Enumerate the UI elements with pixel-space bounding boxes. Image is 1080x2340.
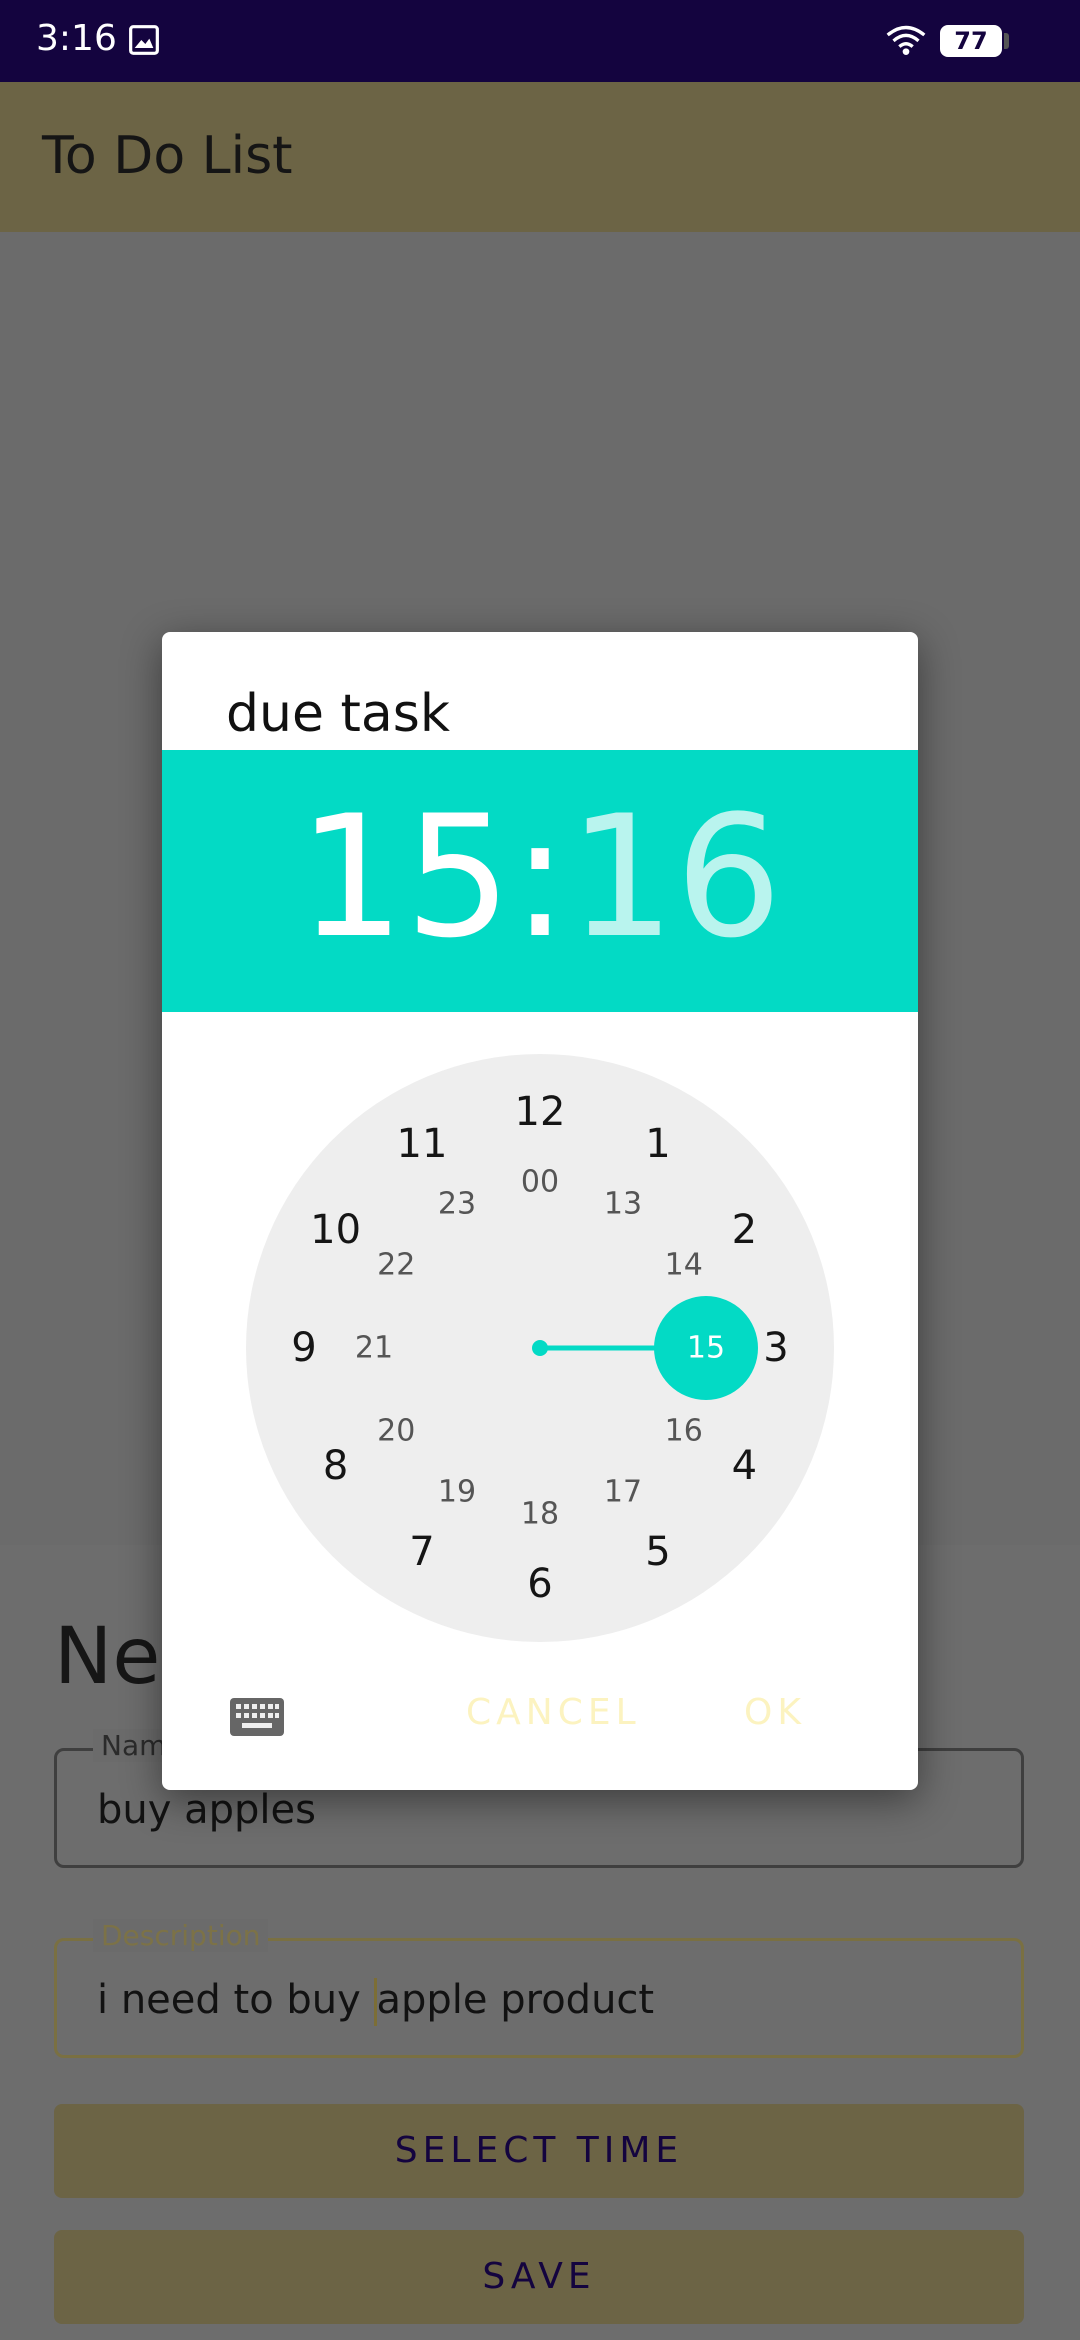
wifi-icon (886, 25, 926, 55)
clock-hour-5[interactable]: 5 (645, 1529, 670, 1575)
clock-hour-16[interactable]: 16 (665, 1414, 703, 1449)
clock-hour-18[interactable]: 18 (521, 1497, 559, 1532)
description-text-before-caret: i need to buy (97, 1977, 374, 2023)
clock-hour-21[interactable]: 21 (355, 1331, 393, 1366)
hour-display[interactable]: 15 (298, 779, 512, 975)
select-time-button[interactable]: SELECT TIME (54, 2104, 1024, 2198)
clock-hand-layer (532, 1296, 758, 1400)
time-header: 15:16 (162, 750, 918, 1012)
clock-hour-20[interactable]: 20 (377, 1414, 415, 1449)
clock-hour-14[interactable]: 14 (665, 1248, 703, 1283)
clock-hour-11[interactable]: 11 (397, 1121, 448, 1167)
clock-hour-10[interactable]: 10 (310, 1207, 361, 1253)
clock-hour-00[interactable]: 00 (521, 1165, 559, 1200)
clock-hour-13[interactable]: 13 (604, 1187, 642, 1222)
app-title: To Do List (42, 126, 293, 186)
ok-button[interactable]: OK (744, 1692, 806, 1733)
clock-hour-9[interactable]: 9 (291, 1325, 316, 1371)
status-time: 3:16 (36, 18, 117, 59)
clock-hour-2[interactable]: 2 (732, 1207, 757, 1253)
clock-center-dot (532, 1340, 548, 1356)
clock-hour-1[interactable]: 1 (645, 1121, 670, 1167)
cancel-button[interactable]: CANCEL (466, 1692, 641, 1733)
clock-hour-17[interactable]: 17 (604, 1474, 642, 1509)
minute-display[interactable]: 16 (568, 779, 782, 975)
description-field-value: i need to buy apple product (97, 1977, 654, 2026)
clock-hour-6[interactable]: 6 (527, 1561, 552, 1607)
save-button[interactable]: SAVE (54, 2230, 1024, 2324)
battery-level: 77 (954, 27, 988, 55)
battery-icon: 77 (940, 25, 1002, 57)
time-display: 15:16 (162, 792, 918, 962)
clock-hour-7[interactable]: 7 (409, 1529, 434, 1575)
time-separator: : (511, 779, 569, 975)
clock-hour-19[interactable]: 19 (438, 1474, 476, 1509)
description-field[interactable]: Description i need to buy apple product (54, 1919, 1024, 2058)
image-icon (129, 25, 159, 55)
clock-face[interactable]: 12 1 2 3 4 5 6 7 8 9 10 11 00 13 14 15 16 17 18 19 20 21 22 23 (246, 1054, 834, 1642)
dialog-title: due task (226, 684, 450, 744)
time-picker-dialog: due task 15:16 12 1 2 3 4 5 6 7 8 9 10 11 00 13 14 15 16… (162, 632, 918, 1790)
status-bar: 3:16 77 (0, 0, 1080, 82)
clock-hour-3[interactable]: 3 (763, 1325, 788, 1371)
app-bar: To Do List (0, 82, 1080, 232)
description-text-after-caret: apple product (376, 1977, 655, 2023)
clock-hour-15[interactable]: 15 (687, 1331, 725, 1366)
clock-hour-22[interactable]: 22 (377, 1248, 415, 1283)
keyboard-icon[interactable] (230, 1698, 284, 1736)
clock-hour-23[interactable]: 23 (438, 1187, 476, 1222)
clock-hour-8[interactable]: 8 (323, 1443, 348, 1489)
clock-hour-12[interactable]: 12 (515, 1089, 566, 1135)
clock-hour-4[interactable]: 4 (732, 1443, 757, 1489)
description-field-label: Description (93, 1919, 269, 1952)
name-field-value: buy apples (97, 1787, 316, 1833)
battery-tip (1004, 33, 1009, 49)
